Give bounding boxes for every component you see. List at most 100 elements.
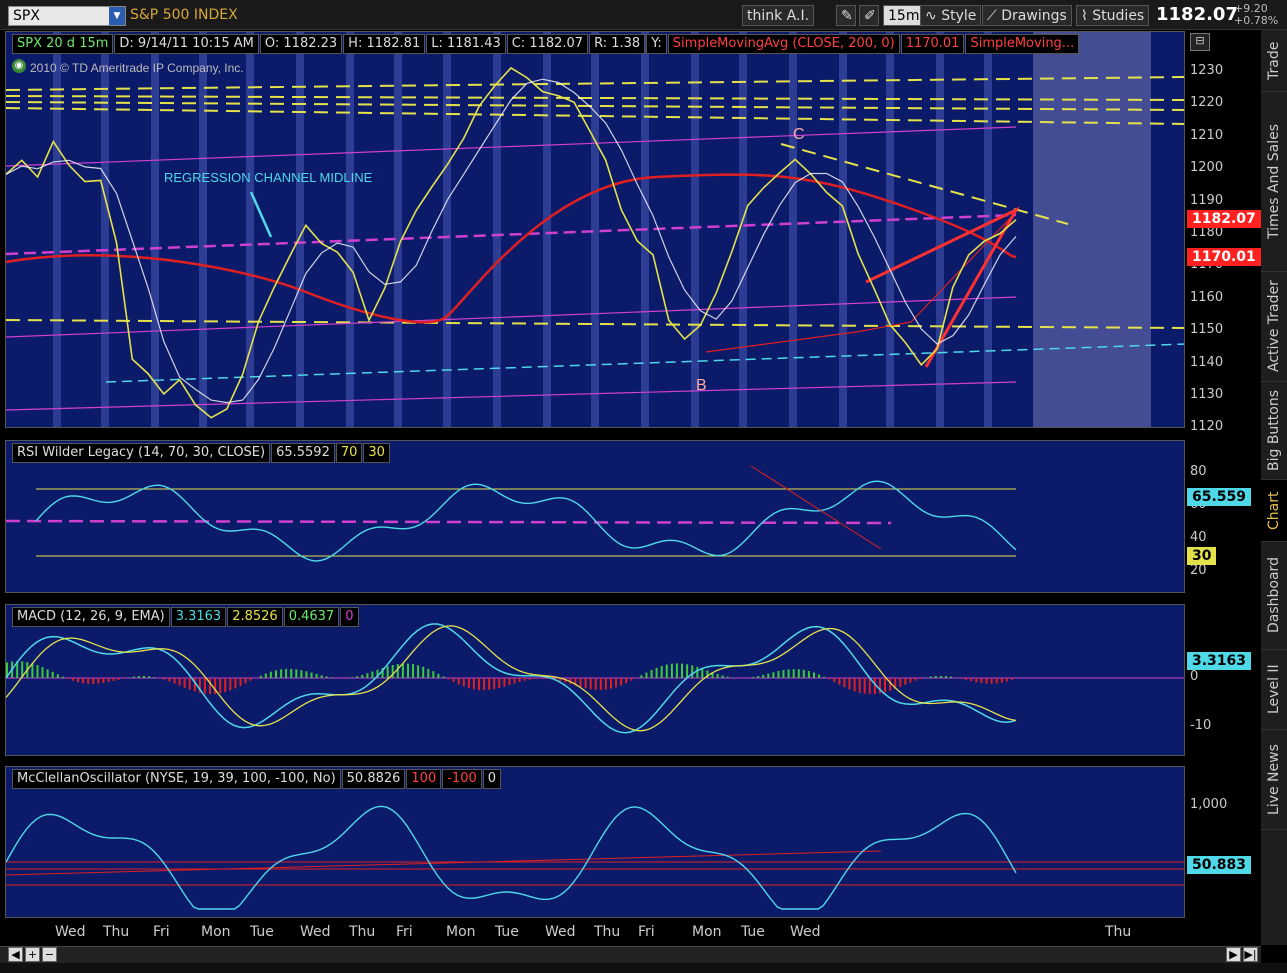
symbol-dropdown-icon[interactable]: ▼ xyxy=(109,7,125,25)
status-bar xyxy=(0,963,1287,973)
macd-histogram-bar xyxy=(183,678,186,688)
studies-icon: ⌇ xyxy=(1081,8,1088,24)
session-bands xyxy=(53,32,992,427)
macd-histogram-bar xyxy=(681,663,683,678)
chart-symbol-period: SPX 20 d 15m xyxy=(12,34,114,54)
day-label: Wed xyxy=(300,924,331,940)
mco-study-label[interactable]: McClellanOscillator (NYSE, 19, 39, 100, … xyxy=(12,769,341,789)
macd-histogram-bar xyxy=(848,678,851,690)
macd-histogram-bar xyxy=(148,676,151,678)
macd-histogram-bar xyxy=(686,664,689,678)
tab-big-buttons[interactable]: Big Buttons xyxy=(1261,382,1287,480)
scroll-right-icon[interactable]: ▶ xyxy=(1226,947,1241,962)
macd-histogram-bar xyxy=(305,671,308,678)
symbol-input[interactable]: SPX ▼ xyxy=(8,6,126,26)
macd-histogram-bar xyxy=(56,674,59,678)
macd-histogram-bar xyxy=(615,678,617,688)
tab-times-and-sales[interactable]: Times And Sales xyxy=(1261,92,1287,272)
macd-histogram-bar xyxy=(132,676,135,678)
pencil-tool-icon[interactable]: ✐ xyxy=(859,5,879,26)
macd-histogram-bar xyxy=(899,678,902,687)
macd-histogram-bar xyxy=(310,672,313,678)
sma-study-label[interactable]: SimpleMovingAvg (CLOSE, 200, 0) xyxy=(667,34,900,54)
macd-histogram-bar xyxy=(1010,678,1013,680)
macd-histogram-bar xyxy=(417,665,420,678)
last-price: 1182.07 xyxy=(1156,4,1238,25)
day-label: Mon xyxy=(201,924,231,940)
macd-histogram-bar xyxy=(538,678,541,679)
axis-tick-label: -10 xyxy=(1190,718,1212,733)
tab-active-trader[interactable]: Active Trader xyxy=(1261,272,1287,382)
scroll-end-icon[interactable]: ▶| xyxy=(1243,947,1258,962)
studies-menu-button[interactable]: ⌇ Studies xyxy=(1076,5,1150,26)
macd-histogram-bar xyxy=(300,670,303,678)
axis-tick-label: 1120 xyxy=(1190,419,1224,435)
rsi-study-label[interactable]: RSI Wilder Legacy (14, 70, 30, CLOSE) xyxy=(12,443,271,463)
last-price-tag-value: 1182.07 xyxy=(1192,211,1256,227)
sma-value: 1170.01 xyxy=(900,34,965,54)
rsi-oversold-tag: 30 xyxy=(1187,547,1217,565)
macd-histogram-bar xyxy=(488,678,491,690)
tab-chart[interactable]: Chart xyxy=(1261,480,1287,542)
tab-level-ii[interactable]: Level II xyxy=(1261,650,1287,730)
macd-histogram-bar xyxy=(315,674,318,678)
macd-histogram-bar xyxy=(914,678,917,681)
drawings-menu-button[interactable]: ⟋ Drawings xyxy=(982,5,1072,26)
macd-value: 3.3163 xyxy=(170,607,227,627)
tab-trade[interactable]: Trade xyxy=(1261,30,1287,92)
macd-histogram-bar xyxy=(985,678,988,684)
bar-y: Y: xyxy=(646,34,667,54)
zoom-in-icon[interactable]: + xyxy=(25,947,40,962)
macd-histogram-bar xyxy=(508,678,511,686)
scroll-left-icon[interactable]: ◀ xyxy=(8,947,23,962)
macd-diff: 0.4637 xyxy=(283,607,340,627)
macd-pane[interactable]: MACD (12, 26, 9, EMA) 3.3163 2.8526 0.46… xyxy=(5,604,1185,756)
axis-tick-label: 1210 xyxy=(1190,127,1224,143)
horizontal-scrollbar[interactable] xyxy=(0,946,1261,963)
zoom-out-icon[interactable]: − xyxy=(42,947,57,962)
macd-histogram-bar xyxy=(620,678,623,686)
macd-histogram-bar xyxy=(853,678,856,692)
style-menu-button[interactable]: ∿ Style xyxy=(920,5,982,26)
macd-study-label[interactable]: MACD (12, 26, 9, EMA) xyxy=(12,607,170,627)
mco-upper: 100 xyxy=(406,769,442,789)
macd-histogram-bar xyxy=(650,670,653,678)
macd-histogram-bar xyxy=(427,668,430,678)
sma-study-label-2[interactable]: SimpleMoving... xyxy=(965,34,1080,54)
chart-settings-icon[interactable]: ⊟ xyxy=(1190,33,1210,51)
macd-histogram-bar xyxy=(498,678,501,688)
drawing-tool-icon[interactable]: ✎ xyxy=(836,5,856,26)
wave-label-b: B xyxy=(696,377,707,394)
drawings-label: Drawings xyxy=(1001,8,1067,24)
macd-histogram-bar xyxy=(752,677,755,678)
macd-histogram-bar xyxy=(153,677,156,678)
macd-histogram-bar xyxy=(188,678,191,690)
tab-dashboard[interactable]: Dashboard xyxy=(1261,542,1287,650)
price-chart-pane[interactable]: REGRESSION CHANNEL MIDLINE C B 2010 © TD… xyxy=(5,31,1185,428)
day-label: Mon xyxy=(446,924,476,940)
rsi-pane[interactable]: RSI Wilder Legacy (14, 70, 30, CLOSE) 65… xyxy=(5,440,1185,593)
macd-histogram-bar xyxy=(818,674,821,678)
macd-histogram-bar xyxy=(407,663,409,678)
right-sidebar-tabs: Trade Times And Sales Active Trader Big … xyxy=(1261,30,1287,945)
macd-histogram-bar xyxy=(655,667,658,678)
think-ai-button[interactable]: think A.I. xyxy=(742,5,815,26)
macd-histogram-bar xyxy=(452,678,455,682)
interval-selector[interactable]: 15m xyxy=(883,5,925,26)
rsi-trendline xyxy=(750,465,882,550)
mcclellan-pane[interactable]: McClellanOscillator (NYSE, 19, 39, 100, … xyxy=(5,766,1185,918)
day-label: Fri xyxy=(153,924,170,940)
interval-label: 15m xyxy=(888,8,920,24)
macd-histogram-bar xyxy=(493,678,496,690)
macd-histogram-bar xyxy=(320,675,323,678)
macd-histogram-bar xyxy=(701,668,704,678)
macd-histogram-bar xyxy=(843,678,846,688)
day-label: Tue xyxy=(495,924,519,940)
macd-histogram-bar xyxy=(203,678,206,694)
top-toolbar: SPX ▼ S&P 500 INDEX think A.I. ✎ ✐ 15m ∿… xyxy=(0,0,1287,30)
day-label: Thu xyxy=(103,924,130,940)
day-label: Wed xyxy=(790,924,821,940)
bar-open: O: 1182.23 xyxy=(259,34,343,54)
day-label: Fri xyxy=(396,924,413,940)
tab-live-news[interactable]: Live News xyxy=(1261,730,1287,830)
